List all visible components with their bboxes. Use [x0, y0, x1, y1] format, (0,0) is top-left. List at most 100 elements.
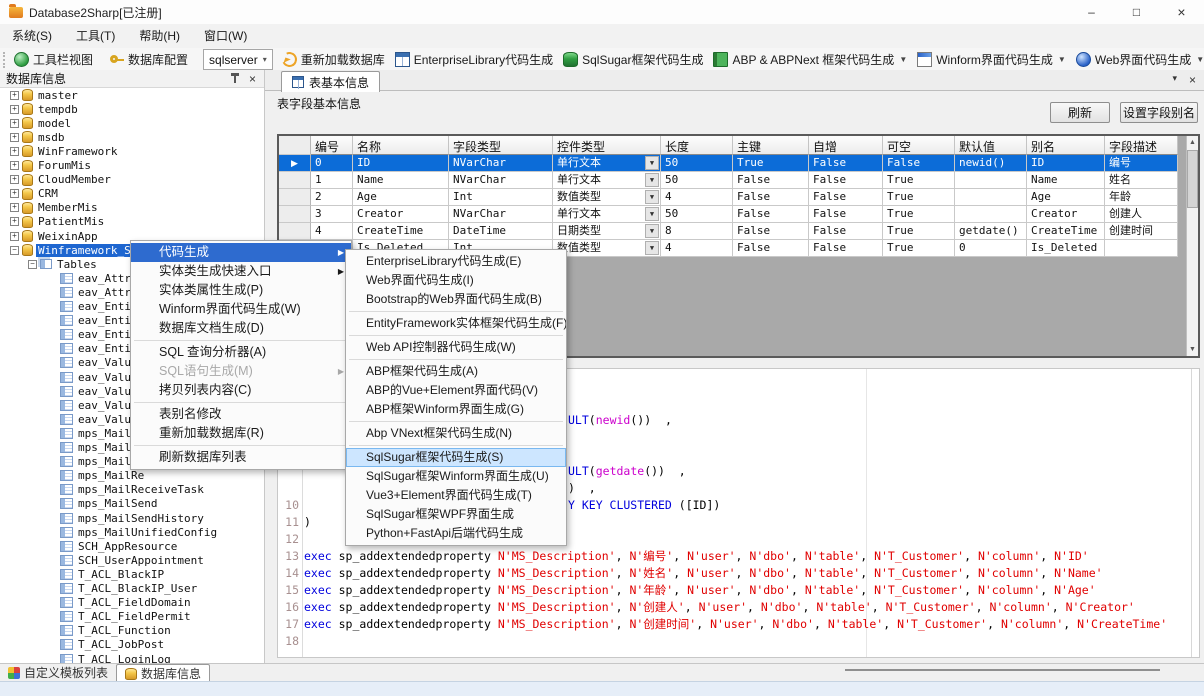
tree-table-SCH_AppResource[interactable]: SCH_AppResource [60, 539, 179, 553]
grid-column-header[interactable]: 长度 [661, 136, 733, 155]
scroll-up-icon[interactable]: ▲ [1187, 136, 1198, 149]
grid-cell[interactable]: 0 [311, 155, 353, 172]
grid-cell[interactable]: 50 [661, 206, 733, 223]
grid-cell[interactable]: Creator [353, 206, 449, 223]
combo-dropdown-icon[interactable]: ▼ [645, 173, 659, 187]
menubar-item[interactable]: 系统(S) [0, 25, 64, 47]
menu-item[interactable]: 刷新数据库列表 [131, 448, 351, 467]
tree-table-T_ACL_FieldPermit[interactable]: T_ACL_FieldPermit [60, 610, 193, 624]
chevron-down-icon[interactable]: ▼ [1058, 55, 1066, 64]
tree-database-PatientMis[interactable]: +PatientMis [10, 215, 106, 229]
tree-table-T_ACL_LoginLog[interactable]: T_ACL_LoginLog [60, 652, 173, 663]
expand-box-icon[interactable]: + [10, 133, 19, 142]
grid-cell[interactable]: True [883, 240, 955, 257]
grid-cell[interactable]: ID [1027, 155, 1105, 172]
tree-database-tempdb[interactable]: +tempdb [10, 102, 80, 116]
grid-cell[interactable]: 3 [311, 206, 353, 223]
scrollbar-thumb[interactable] [1187, 150, 1198, 208]
tree-database-WinFramework[interactable]: +WinFramework [10, 144, 119, 158]
menubar-item[interactable]: 帮助(H) [127, 25, 192, 47]
menubar-item[interactable]: 窗口(W) [192, 25, 259, 47]
expand-box-icon[interactable]: + [10, 232, 19, 241]
menu-item[interactable]: Bootstrap的Web界面代码生成(B) [346, 290, 566, 309]
menu-item[interactable]: SQL语句生成(M)▶ [131, 362, 351, 381]
grid-cell[interactable]: 数值类型▼ [553, 189, 661, 206]
tree-table-T_ACL_Function[interactable]: T_ACL_Function [60, 624, 173, 638]
grid-cell[interactable]: True [883, 206, 955, 223]
grid-cell[interactable]: 单行文本▼ [553, 172, 661, 189]
tree-database-CRM[interactable]: +CRM [10, 187, 60, 201]
tree-database-Winframework_Sug[interactable]: −Winframework_Sug [10, 243, 146, 257]
grid-column-header[interactable]: 控件类型 [553, 136, 661, 155]
menubar-item[interactable]: 工具(T) [64, 25, 127, 47]
grid-column-header[interactable]: 编号 [311, 136, 353, 155]
winform-codegen-button[interactable]: Winform界面代码生成▼ [912, 49, 1071, 70]
grid-cell[interactable]: False [733, 206, 809, 223]
reload-database-button[interactable]: 重新加载数据库 [277, 49, 390, 70]
menu-item[interactable]: SqlSugar框架WPF界面生成 [346, 505, 566, 524]
grid-cell[interactable]: Is_Deleted [1027, 240, 1105, 257]
tree-database-WeixinApp[interactable]: +WeixinApp [10, 229, 100, 243]
web-codegen-button[interactable]: Web界面代码生成▼ [1071, 49, 1204, 70]
grid-vertical-scrollbar[interactable]: ▲ ▼ [1186, 136, 1198, 356]
grid-cell[interactable]: False [809, 206, 883, 223]
menu-item[interactable]: ABP框架代码生成(A) [346, 362, 566, 381]
database-config-button[interactable]: 数据库配置 [104, 49, 193, 70]
grid-cell[interactable]: 2 [311, 189, 353, 206]
grid-cell[interactable]: False [809, 155, 883, 172]
menu-item[interactable]: Abp VNext框架代码生成(N) [346, 424, 566, 443]
menu-item[interactable]: Winform界面代码生成(W) [131, 300, 351, 319]
tree-table-T_ACL_FieldDomain[interactable]: T_ACL_FieldDomain [60, 596, 193, 610]
grid-cell[interactable]: 单行文本▼ [553, 155, 661, 172]
menu-item[interactable]: Web API控制器代码生成(W) [346, 338, 566, 357]
toolbar-view-button[interactable]: 工具栏视图 [9, 49, 98, 70]
grid-cell[interactable]: 0 [955, 240, 1027, 257]
grid-cell[interactable]: False [809, 189, 883, 206]
expand-box-icon[interactable]: − [28, 260, 37, 269]
set-field-alias-button[interactable]: 设置字段别名 [1120, 102, 1198, 123]
grid-cell[interactable]: NVarChar [449, 206, 553, 223]
tree-database-master[interactable]: +master [10, 88, 80, 102]
menu-item[interactable]: Python+FastApi后端代码生成 [346, 524, 566, 543]
expand-box-icon[interactable]: + [10, 217, 19, 226]
grid-cell[interactable]: 日期类型▼ [553, 223, 661, 240]
database-type-combobox[interactable]: sqlserver▾ [203, 49, 273, 70]
expand-box-icon[interactable]: + [10, 161, 19, 170]
combo-dropdown-icon[interactable]: ▼ [645, 241, 659, 255]
grid-row-selector[interactable] [279, 172, 311, 189]
grid-cell[interactable]: True [883, 223, 955, 240]
grid-cell[interactable]: CreateTime [353, 223, 449, 240]
grid-cell[interactable]: False [733, 223, 809, 240]
combo-dropdown-icon[interactable]: ▼ [645, 190, 659, 204]
expand-box-icon[interactable]: − [10, 246, 19, 255]
grid-cell[interactable]: NVarChar [449, 155, 553, 172]
tree-table-mps_MailSendHistory[interactable]: mps_MailSendHistory [60, 511, 206, 525]
tab-table-basic-info[interactable]: 表基本信息 [281, 71, 380, 92]
bottom-tab-自定义模板列表[interactable]: 自定义模板列表 [0, 664, 116, 681]
grid-cell[interactable]: False [733, 172, 809, 189]
tree-database-ForumMis[interactable]: +ForumMis [10, 159, 93, 173]
chevron-down-icon[interactable]: ▾ [258, 55, 272, 64]
grid-cell[interactable]: 4 [311, 223, 353, 240]
bottom-tab-数据库信息[interactable]: 数据库信息 [116, 664, 210, 682]
tree-table-mps_MailReceiveTask[interactable]: mps_MailReceiveTask [60, 483, 206, 497]
grid-cell[interactable]: False [809, 172, 883, 189]
combo-dropdown-icon[interactable]: ▼ [645, 156, 659, 170]
tree-table-T_ACL_BlackIP[interactable]: T_ACL_BlackIP [60, 567, 166, 581]
grid-cell[interactable] [1105, 240, 1178, 257]
menu-item[interactable]: Web界面代码生成(I) [346, 271, 566, 290]
menu-item[interactable]: SqlSugar框架代码生成(S) [346, 448, 566, 467]
maximize-button[interactable]: □ [1114, 0, 1159, 24]
tree-tables-node[interactable]: −Tables [28, 257, 99, 271]
menu-item[interactable]: ABP框架Winform界面生成(G) [346, 400, 566, 419]
menu-item[interactable]: 拷贝列表内容(C) [131, 381, 351, 400]
grid-cell[interactable]: True [883, 172, 955, 189]
grid-cell[interactable] [955, 206, 1027, 223]
grid-column-header[interactable]: 自增 [809, 136, 883, 155]
grid-cell[interactable]: 单行文本▼ [553, 206, 661, 223]
grid-row-selector[interactable]: ▶ [279, 155, 311, 172]
grid-cell[interactable]: Age [353, 189, 449, 206]
grid-cell[interactable]: False [809, 223, 883, 240]
grid-column-header[interactable]: 字段类型 [449, 136, 553, 155]
grid-cell[interactable]: 4 [661, 189, 733, 206]
